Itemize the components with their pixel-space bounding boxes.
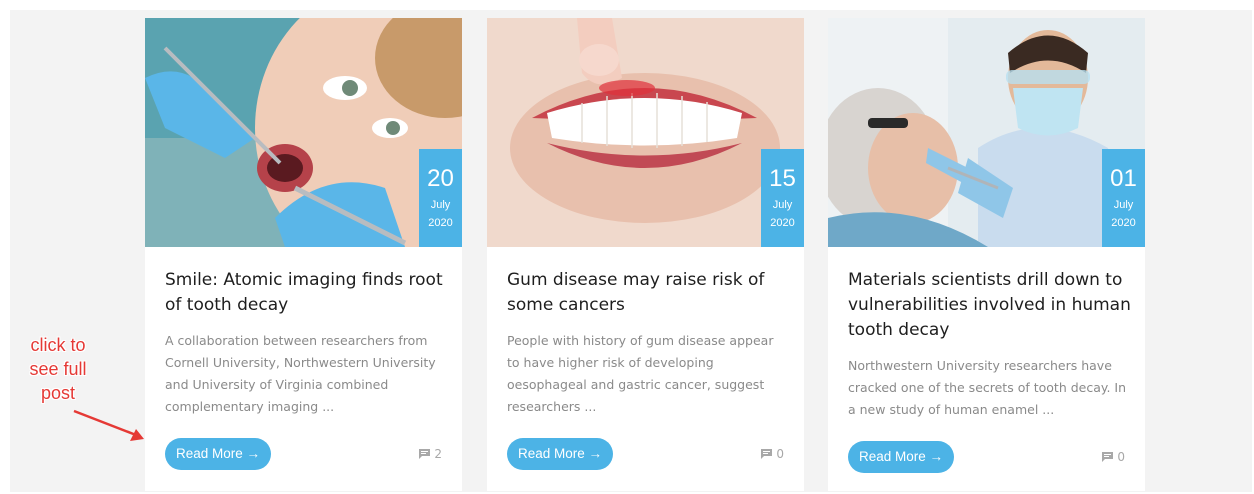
date-month: July: [1113, 199, 1134, 211]
comment-count-value: 2: [434, 447, 442, 461]
annotation-arrow-icon: [73, 409, 144, 441]
date-year: 2020: [770, 217, 795, 229]
read-more-button[interactable]: Read More →: [507, 438, 614, 470]
date-badge: 15 July 2020: [761, 149, 804, 247]
comment-icon: [1102, 452, 1114, 462]
date-day: 20: [427, 165, 454, 192]
dental-exam-photo-icon: [145, 18, 462, 247]
dentist-patient-photo-icon: [828, 18, 1145, 247]
read-more-button[interactable]: Read More →: [165, 438, 272, 470]
date-year: 2020: [428, 217, 453, 229]
comment-count[interactable]: 2: [419, 438, 442, 470]
gum-closeup-photo-icon: [487, 18, 804, 247]
comment-count[interactable]: 0: [761, 438, 784, 470]
post-excerpt: People with history of gum disease appea…: [507, 333, 774, 414]
post-thumbnail[interactable]: 15 July 2020: [487, 18, 804, 247]
post-excerpt: A collaboration between researchers from…: [165, 333, 436, 414]
comment-count-value: 0: [776, 447, 784, 461]
post-title[interactable]: Materials scientists drill down to vulne…: [848, 268, 1133, 343]
post-title[interactable]: Smile: Atomic imaging finds root of toot…: [165, 268, 450, 318]
comment-icon: [419, 449, 431, 459]
read-more-button[interactable]: Read More →: [848, 441, 955, 473]
post-excerpt: Northwestern University researchers have…: [848, 358, 1127, 417]
comment-count-value: 0: [1117, 450, 1125, 464]
blog-post-card: 15 July 2020 Gum disease may raise risk …: [487, 18, 804, 491]
date-day: 01: [1110, 165, 1137, 192]
blog-post-card: 20 July 2020 Smile: Atomic imaging finds…: [145, 18, 462, 491]
comment-count[interactable]: 0: [1102, 441, 1125, 473]
blog-post-card: 01 July 2020 Materials scientists drill …: [828, 18, 1145, 491]
date-year: 2020: [1111, 217, 1136, 229]
date-month: July: [772, 199, 793, 211]
post-thumbnail[interactable]: 01 July 2020: [828, 18, 1145, 247]
post-title[interactable]: Gum disease may raise risk of some cance…: [507, 268, 792, 318]
post-thumbnail[interactable]: 20 July 2020: [145, 18, 462, 247]
date-month: July: [430, 199, 451, 211]
date-badge: 01 July 2020: [1102, 149, 1145, 247]
date-badge: 20 July 2020: [419, 149, 462, 247]
comment-icon: [761, 449, 773, 459]
date-day: 15: [769, 165, 796, 192]
annotation-label: click to see full post: [29, 335, 87, 403]
